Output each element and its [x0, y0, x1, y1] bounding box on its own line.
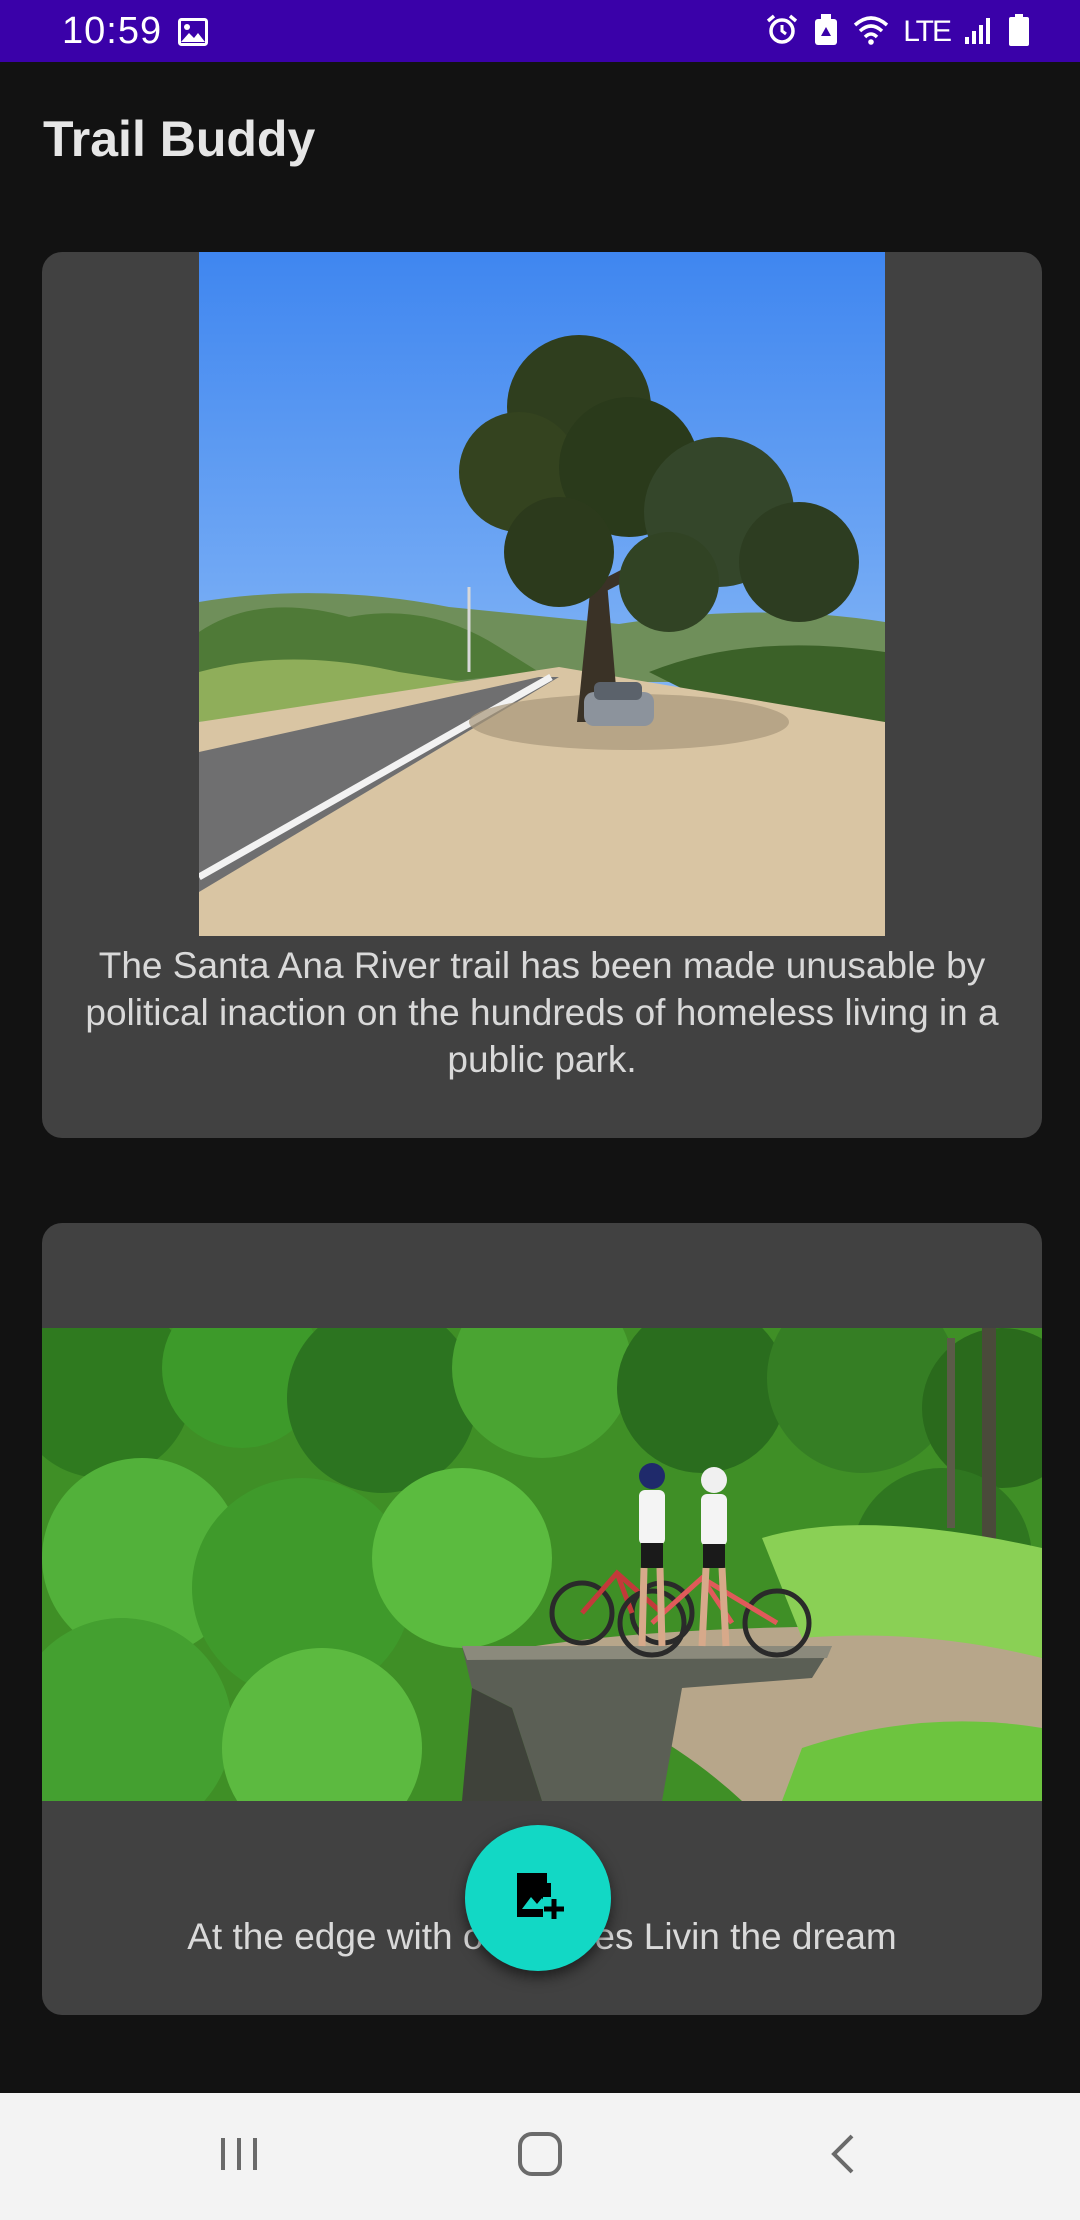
road-trail-oak-tree-photo: [199, 252, 885, 936]
recents-icon: [217, 2134, 261, 2179]
post-caption: The Santa Ana River trail has been made …: [85, 945, 999, 1080]
add-photo-button[interactable]: [465, 1825, 611, 1971]
cyclists-cliff-edge-photo: [42, 1328, 1042, 1801]
home-button[interactable]: [480, 2111, 600, 2201]
recents-button[interactable]: [179, 2111, 299, 2201]
wifi-icon: [853, 15, 889, 50]
navigation-bar: [0, 2093, 1080, 2220]
network-type: LTE: [903, 15, 952, 48]
status-icons: LTE: [765, 12, 1030, 52]
battery-icon: [1008, 13, 1030, 52]
status-time: 10:59: [62, 10, 163, 52]
back-button[interactable]: [783, 2111, 903, 2201]
post-card[interactable]: The Santa Ana River trail has been made …: [42, 252, 1042, 1138]
status-bar: 10:59 LTE: [0, 0, 1080, 62]
image-icon: [178, 18, 208, 51]
add-photo-icon: [511, 1869, 565, 1928]
signal-icon: [964, 15, 994, 50]
alarm-icon: [765, 13, 799, 52]
app-bar: Trail Buddy: [0, 62, 1080, 216]
recycle-icon: [813, 13, 839, 52]
app-title: Trail Buddy: [43, 111, 316, 167]
home-icon: [517, 2131, 563, 2182]
back-icon: [828, 2132, 858, 2181]
